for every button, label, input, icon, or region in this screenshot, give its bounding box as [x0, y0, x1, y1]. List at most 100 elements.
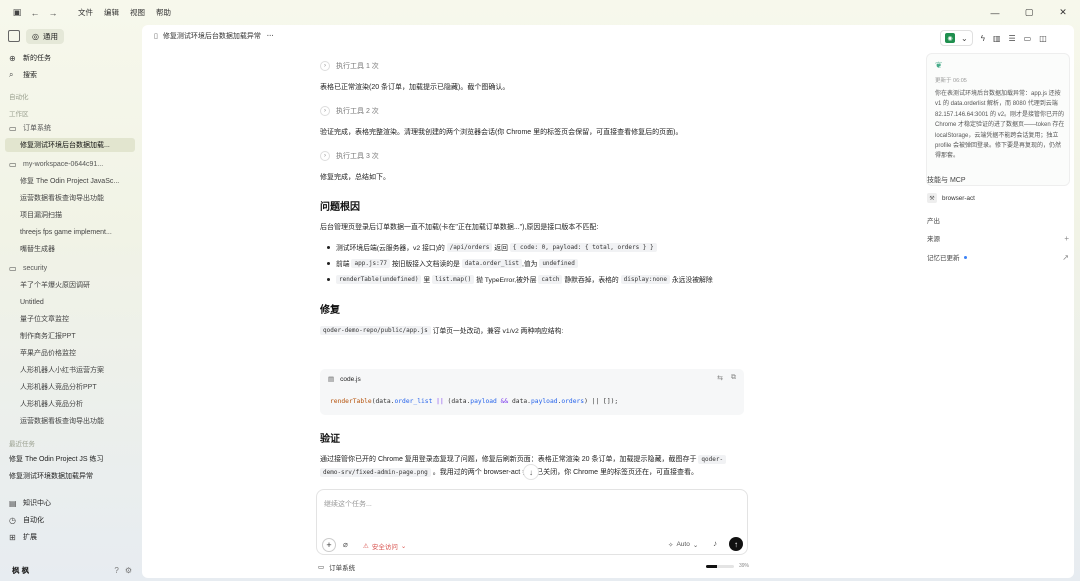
- scroll-down-button[interactable]: ↓: [523, 464, 539, 480]
- panel-icon[interactable]: [8, 30, 20, 42]
- bullet-dot: [327, 277, 330, 281]
- code-token: &&: [496, 398, 513, 405]
- copy-icon[interactable]: ⧉: [731, 374, 736, 382]
- menu-view[interactable]: 视图: [130, 7, 145, 18]
- send-button[interactable]: ↑: [729, 537, 743, 551]
- new-task-button[interactable]: ⊕ 新的任务: [0, 51, 142, 65]
- recent-task-0[interactable]: 修复 The Odin Project JS 练习: [0, 452, 142, 466]
- sidebar-task-ws-0[interactable]: 修复 The Odin Project JavaSc...: [0, 174, 142, 188]
- model-selector[interactable]: ◉ ⌄: [940, 30, 973, 46]
- more-options-icon[interactable]: ···: [267, 33, 274, 40]
- bullet-dot: [327, 245, 330, 249]
- bullet-dot: [327, 261, 330, 265]
- wrap-icon[interactable]: ⇆: [717, 374, 723, 382]
- progress-label: 39%: [739, 563, 750, 569]
- safety-mode-dropdown[interactable]: ⚠ 安全访问 ⌄: [363, 541, 406, 551]
- search-button[interactable]: ⌕ 搜索: [0, 68, 142, 82]
- inline-code: catch: [538, 274, 563, 284]
- mode-switch[interactable]: ◎ 通用: [26, 28, 64, 44]
- summary-card[interactable]: ❦ 更新于 06:05 你在表测试环境后台数据加载异常：app.js 还按 v1…: [926, 53, 1070, 186]
- inline-code: /api/orders: [446, 242, 493, 252]
- tool-call-label: 执行工具 3 次: [336, 153, 379, 160]
- leaf-icon: ❦: [935, 60, 943, 70]
- code-line: renderTable(data.order_list || (data.pay…: [330, 398, 618, 405]
- task-header: ▯ 修复测试环境后台数据加载异常 ···: [142, 25, 922, 47]
- project-order-label: 订单系统: [23, 125, 51, 132]
- add-button[interactable]: +: [322, 538, 336, 552]
- settings-gear-icon[interactable]: ⚙: [125, 566, 132, 575]
- close-icon[interactable]: ✕: [1046, 0, 1080, 25]
- menu-help[interactable]: 帮助: [156, 7, 171, 18]
- inline-code: list.map(): [432, 274, 475, 284]
- knowledge-center-button[interactable]: ▤ 知识中心: [0, 496, 142, 510]
- output-section[interactable]: 产出: [927, 215, 1069, 225]
- sidebar-toggle-icon[interactable]: ▣: [10, 6, 24, 20]
- inline-code: undefined: [539, 258, 578, 268]
- sidebar-task-sec-8[interactable]: 运营数据看板查询导出功能: [0, 414, 142, 428]
- recent-task-1[interactable]: 修复测试环境数据加载异常: [0, 469, 142, 483]
- right-toolbar: ◉ ⌄ ϟ ▥ ☰ ▭ ◫: [940, 30, 1047, 46]
- tool-call-1[interactable]: › 执行工具 1 次: [320, 61, 379, 71]
- sidebar-task-ws-1[interactable]: 运营数据看板查询导出功能: [0, 191, 142, 205]
- updated-prefix: 更新于: [935, 78, 952, 84]
- source-section[interactable]: 来源 +: [927, 233, 1069, 244]
- workspace-section-label: 工作区: [9, 111, 29, 118]
- menu-file[interactable]: 文件: [78, 7, 93, 18]
- sidebar-task-sec-6[interactable]: 人形机器人竞品分析PPT: [0, 380, 142, 394]
- list-icon[interactable]: ☰: [1009, 34, 1016, 43]
- sidebar-task-ws-4[interactable]: 嘴替生成器: [0, 242, 142, 256]
- microphone-icon[interactable]: ♪: [713, 539, 717, 548]
- composer-input[interactable]: 继续这个任务...: [324, 499, 372, 509]
- back-arrow-icon[interactable]: ←: [28, 6, 42, 20]
- window-controls: — ▢ ✕: [978, 0, 1080, 25]
- bolt-icon[interactable]: ϟ: [981, 34, 985, 43]
- plus-icon[interactable]: +: [1064, 234, 1069, 243]
- tool-call-3[interactable]: › 执行工具 3 次: [320, 151, 379, 161]
- monitor-icon[interactable]: ▭: [1024, 34, 1032, 43]
- text: 测试环境后端(云服务器，v2 接口)的: [336, 245, 445, 252]
- book-open-icon[interactable]: ▥: [993, 34, 1001, 43]
- sidebar-task-sec-0[interactable]: 羊了个羊爆火原因调研: [0, 278, 142, 292]
- sidebar-task-order-0[interactable]: 修复测试环境后台数据加载...: [5, 138, 135, 152]
- task-title: 修复测试环境后台数据加载异常: [162, 33, 261, 40]
- sidebar-task-sec-1[interactable]: Untitled: [0, 295, 142, 309]
- sidebar-task-sec-3[interactable]: 制作商务汇报PPT: [0, 329, 142, 343]
- project-workspace-label: my-workspace-0644c91...: [23, 160, 104, 168]
- sidebar-task-sec-4[interactable]: 苹果产品价格监控: [0, 346, 142, 360]
- tool-call-2[interactable]: › 执行工具 2 次: [320, 106, 379, 116]
- minimize-icon[interactable]: —: [978, 0, 1012, 25]
- model-mode-dropdown[interactable]: ✧ Auto ⌄: [668, 541, 698, 549]
- skill-item[interactable]: ⚒ browser-act: [927, 193, 1069, 203]
- folder-icon: ▭: [9, 159, 17, 169]
- project-security[interactable]: ▭ security: [0, 261, 142, 275]
- layout-icon[interactable]: ◫: [1039, 34, 1047, 43]
- sidebar-task-ws-3[interactable]: threejs fps game implement...: [0, 225, 142, 239]
- sidebar-task-ws-2[interactable]: 项目漏洞扫描: [0, 208, 142, 222]
- plus-circle-icon: ⊕: [9, 53, 16, 63]
- sidebar-task-sec-5[interactable]: 人形机器人小红书运营方案: [0, 363, 142, 377]
- menu-edit[interactable]: 编辑: [104, 7, 119, 18]
- sidebar-task-sec-2[interactable]: 量子位文章监控: [0, 312, 142, 326]
- user-name[interactable]: 枫 枫: [12, 565, 29, 576]
- external-link-icon[interactable]: ↗: [1062, 253, 1069, 262]
- project-workspace[interactable]: ▭ my-workspace-0644c91...: [0, 157, 142, 171]
- sidebar-task-sec-7[interactable]: 人形机器人竞品分析: [0, 397, 142, 411]
- text: 订单页一处改动，兼容 v1/v2 两种响应结构:: [432, 328, 564, 335]
- project-order[interactable]: ▭ 订单系统: [0, 121, 142, 135]
- chevron-down-icon: ⌄: [692, 542, 699, 549]
- automation-button[interactable]: ◷ 自动化: [0, 513, 142, 527]
- forward-arrow-icon[interactable]: →: [46, 6, 60, 20]
- project-security-label: security: [23, 264, 48, 272]
- extensions-button[interactable]: ⊞ 扩展: [0, 530, 142, 544]
- attach-icon[interactable]: ⌀: [343, 540, 348, 549]
- code-filename: code.js: [340, 375, 361, 383]
- code-block-header: ▤ code.js: [328, 375, 361, 384]
- maximize-icon[interactable]: ▢: [1012, 0, 1046, 25]
- footer-project[interactable]: ▭ 订单系统: [318, 562, 355, 572]
- mode-label: 通用: [42, 31, 58, 41]
- memory-section[interactable]: 记忆已更新 ↗: [927, 252, 1069, 263]
- code-token: orders: [561, 398, 585, 405]
- search-label: 搜索: [23, 72, 37, 79]
- help-icon[interactable]: ?: [114, 566, 118, 575]
- title-bar: ▣ ← → 文件 编辑 视图 帮助 — ▢ ✕: [0, 0, 1080, 25]
